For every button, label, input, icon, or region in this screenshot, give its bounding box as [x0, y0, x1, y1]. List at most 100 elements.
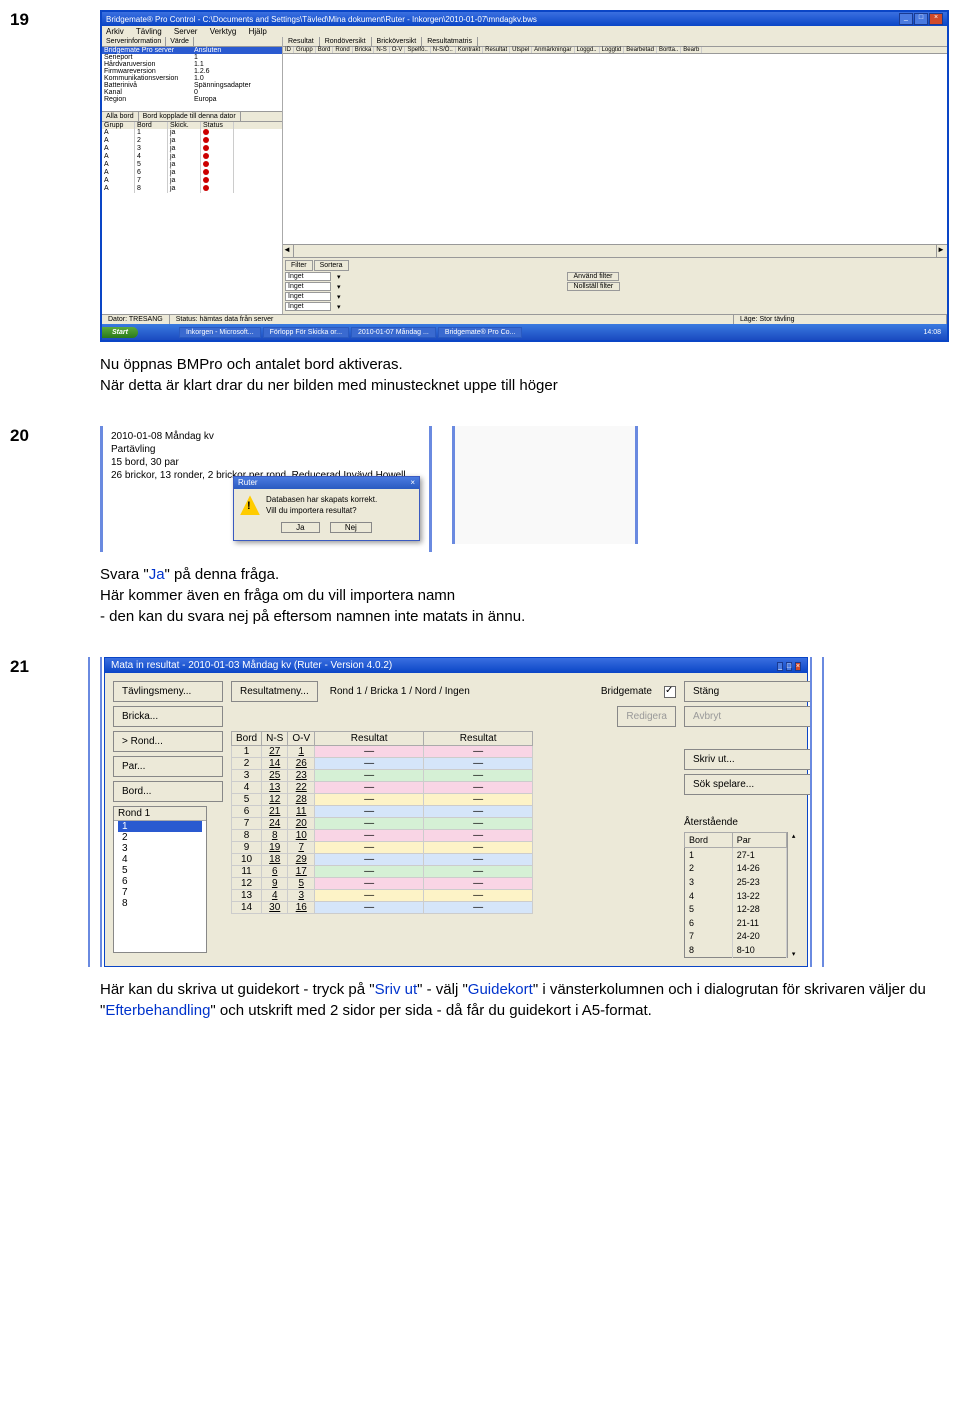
aterstaende-row: 512-28	[685, 902, 787, 916]
result-col: Bricka	[353, 47, 375, 53]
bord-row: A4ja	[102, 153, 282, 161]
close-button[interactable]: ×	[929, 13, 943, 25]
table-row: 1271——	[232, 746, 533, 758]
aterstaende-table: BordPar127-1214-26325-23413-22512-28621-…	[684, 832, 787, 958]
menu-arkiv[interactable]: Arkiv	[106, 27, 124, 36]
stang-button[interactable]: Stäng	[684, 681, 817, 702]
table-row: 21426——	[232, 758, 533, 770]
statusbar: Dator: TRESANG Status: hämtas data från …	[102, 314, 947, 324]
taskbar-item[interactable]: 2010-01-07 Måndag ...	[351, 327, 436, 338]
result-col: Rond	[333, 47, 352, 53]
bord-row: A3ja	[102, 145, 282, 153]
tab-resultat[interactable]: Resultat	[283, 37, 320, 46]
ruter-dialog: Ruter× Databasen har skapats korrekt. Vi…	[233, 476, 420, 541]
par-button[interactable]: Par...	[113, 756, 223, 777]
rond-item[interactable]: 3	[118, 843, 202, 854]
menu-server[interactable]: Server	[174, 27, 198, 36]
table-row: 51228——	[232, 794, 533, 806]
tavlingsmeny-button[interactable]: Tävlingsmeny...	[113, 681, 223, 702]
col-skick: Skick.	[168, 122, 201, 129]
rond-item[interactable]: 8	[118, 898, 202, 909]
resultatmeny-button[interactable]: Resultatmeny...	[231, 681, 318, 702]
filter-select-2[interactable]: Inget	[285, 282, 331, 291]
nej-button[interactable]: Nej	[330, 522, 372, 533]
rond-button[interactable]: > Rond...	[113, 731, 223, 752]
aterstaende-row: 325-23	[685, 875, 787, 889]
sok-spelare-button[interactable]: Sök spelare...	[684, 774, 817, 795]
rond-item[interactable]: 4	[118, 854, 202, 865]
menu-verktyg[interactable]: Verktyg	[210, 27, 237, 36]
table-row: 143016——	[232, 902, 533, 914]
tab-rondoversikt[interactable]: Rondöversikt	[320, 37, 372, 46]
menu-hjalp[interactable]: Hjälp	[249, 27, 267, 36]
clock: 14:08	[917, 328, 947, 337]
skriv-ut-button[interactable]: Skriv ut...	[684, 749, 817, 770]
taskbar-item[interactable]: Bridgemate® Pro Co...	[438, 327, 523, 338]
result-col: O-V	[390, 47, 406, 53]
server-info-row: Kanal0	[102, 89, 282, 96]
rond-list[interactable]: Rond 1 12345678	[113, 806, 207, 953]
taskbar-item[interactable]: Förlopp För Skicka or...	[263, 327, 349, 338]
aterstaende-row: 214-26	[685, 862, 787, 876]
tab-resultatmatris[interactable]: Resultatmatris	[422, 37, 478, 46]
ja-button[interactable]: Ja	[281, 522, 319, 533]
rond-item[interactable]: 5	[118, 865, 202, 876]
titlebar-21: Mata in resultat - 2010-01-03 Måndag kv …	[105, 658, 807, 673]
result-col: Bearbetad	[624, 47, 657, 53]
filter-select-3[interactable]: Inget	[285, 292, 331, 301]
status-dator: Dator: TRESANG	[102, 315, 170, 324]
caption-19: Nu öppnas BMPro och antalet bord aktiver…	[100, 354, 950, 396]
step-number-21: 21	[10, 657, 29, 677]
bridgemate-checkbox[interactable]	[664, 686, 676, 698]
result-col: Loggd..	[575, 47, 600, 53]
status-lage: Läge: Stor tävling	[734, 315, 947, 324]
table-row: 8810——	[232, 830, 533, 842]
scrollbar[interactable]: ▴ ▾	[787, 832, 799, 958]
menu-tavling[interactable]: Tävling	[136, 27, 162, 36]
maximize-button[interactable]: □	[914, 13, 928, 25]
table-row: 9197——	[232, 842, 533, 854]
dialog-close-icon[interactable]: ×	[410, 478, 415, 488]
filter-select-4[interactable]: Inget	[285, 302, 331, 311]
blank-panel	[452, 426, 638, 544]
tab-filter[interactable]: Filter	[285, 260, 313, 271]
server-info-row: BatterinivåSpänningsadapter	[102, 82, 282, 89]
menubar: Arkiv Tävling Server Verktyg Hjälp	[102, 26, 947, 37]
info-panel: 2010-01-08 Måndag kv Partävling 15 bord,…	[100, 426, 432, 552]
bord-button[interactable]: Bord...	[113, 781, 223, 802]
minimize-button[interactable]: _	[899, 13, 913, 25]
apply-filter-button[interactable]: Använd filter	[567, 272, 620, 281]
rond-item[interactable]: 2	[118, 832, 202, 843]
tab-alla-bord[interactable]: Alla bord	[102, 112, 139, 121]
close-button[interactable]: ×	[795, 662, 801, 671]
horizontal-scrollbar[interactable]: ◄►	[283, 244, 947, 257]
dialog-msg1: Databasen har skapats korrekt.	[266, 495, 377, 505]
rond-item[interactable]: 7	[118, 887, 202, 898]
rond-item[interactable]: 1	[118, 821, 202, 832]
start-button[interactable]: Start	[102, 327, 138, 338]
results-table: BordN-SO-VResultatResultat1271——21426——3…	[231, 731, 533, 914]
bord-row: A5ja	[102, 161, 282, 169]
taskbar-item[interactable]: Inkorgen - Microsoft...	[179, 327, 261, 338]
aterstaende-row: 413-22	[685, 889, 787, 903]
info-type: Partävling	[111, 443, 421, 456]
result-col: Bord	[316, 47, 334, 53]
status-msg: Status: hämtas data från server	[170, 315, 734, 324]
result-col: Utspel	[510, 47, 532, 53]
aterstaende-row: 127-1	[685, 847, 787, 861]
tab-bord-kopplade[interactable]: Bord kopplade till denna dator	[139, 112, 241, 121]
table-row: 72420——	[232, 818, 533, 830]
tab-sortera[interactable]: Sortera	[314, 260, 349, 271]
window-buttons-21: _ □ ×	[777, 660, 801, 671]
bricka-button[interactable]: Bricka...	[113, 706, 223, 727]
filter-select-1[interactable]: Inget	[285, 272, 331, 281]
maximize-button[interactable]: □	[786, 662, 792, 671]
right-strip	[810, 657, 824, 967]
minimize-button[interactable]: _	[777, 662, 783, 671]
result-col: Resultat	[483, 47, 510, 53]
bord-row: A2ja	[102, 137, 282, 145]
server-info-row: Firmwareversion1.2.6	[102, 68, 282, 75]
tab-brickoversikt[interactable]: Bricköversikt	[372, 37, 423, 46]
rond-item[interactable]: 6	[118, 876, 202, 887]
reset-filter-button[interactable]: Nollställ filter	[567, 282, 621, 291]
